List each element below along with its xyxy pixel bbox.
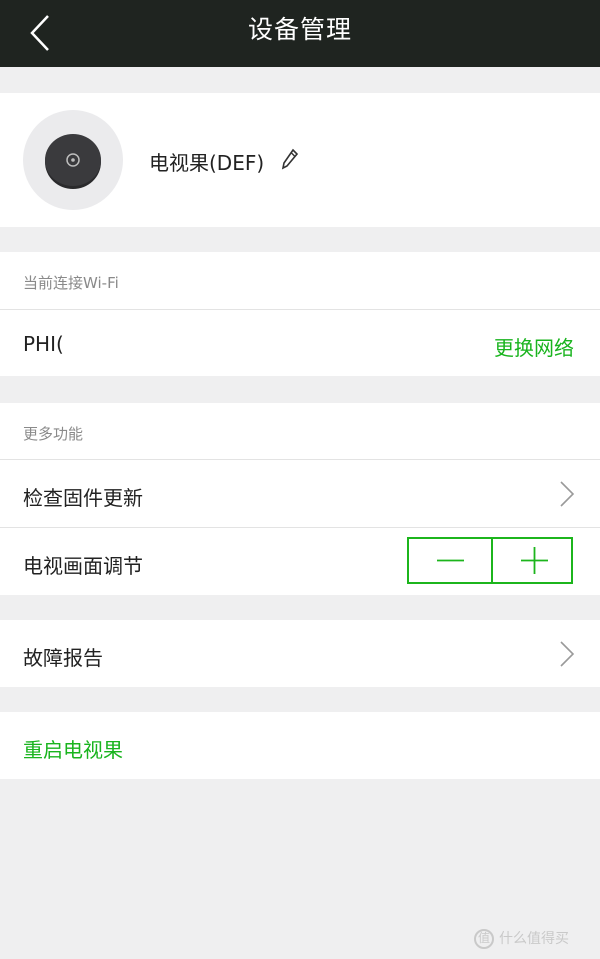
top-bar: 设备管理	[0, 0, 600, 67]
decrease-button[interactable]	[409, 539, 491, 582]
firmware-update-row[interactable]: 检查固件更新	[0, 460, 600, 527]
divider	[0, 309, 600, 310]
watermark-text: 什么值得买	[499, 931, 569, 947]
device-card: 电视果(DEF)	[0, 93, 600, 227]
fault-report-row[interactable]: 故障报告	[0, 620, 600, 687]
device-icon	[45, 134, 101, 189]
page-title: 设备管理	[247, 15, 352, 44]
chevron-right-icon	[560, 641, 575, 667]
edit-name-button[interactable]	[281, 148, 299, 170]
device-name: 电视果(DEF)	[149, 151, 265, 175]
divider	[0, 527, 600, 528]
firmware-update-label: 检查固件更新	[23, 486, 143, 510]
picture-adjust-label: 电视画面调节	[23, 554, 143, 578]
increase-button[interactable]	[493, 539, 575, 582]
watermark: 值什么值得买	[474, 928, 569, 949]
wifi-ssid: PHI(	[23, 332, 64, 356]
restart-row[interactable]: 重启电视果	[0, 712, 600, 779]
restart-label: 重启电视果	[23, 738, 123, 762]
plus-icon	[521, 547, 548, 574]
watermark-logo-icon: 值	[474, 929, 494, 949]
more-section-label: 更多功能	[23, 425, 84, 443]
minus-icon	[437, 559, 464, 562]
wifi-section-label: 当前连接Wi-Fi	[23, 274, 119, 292]
fault-report-label: 故障报告	[23, 646, 103, 670]
pencil-icon	[281, 148, 299, 170]
chevron-right-icon	[560, 481, 575, 507]
picture-adjust-stepper	[407, 537, 573, 584]
device-avatar	[23, 110, 123, 210]
change-network-link[interactable]: 更换网络	[494, 332, 574, 361]
wifi-section: 当前连接Wi-Fi PHI( 更换网络	[0, 252, 600, 376]
